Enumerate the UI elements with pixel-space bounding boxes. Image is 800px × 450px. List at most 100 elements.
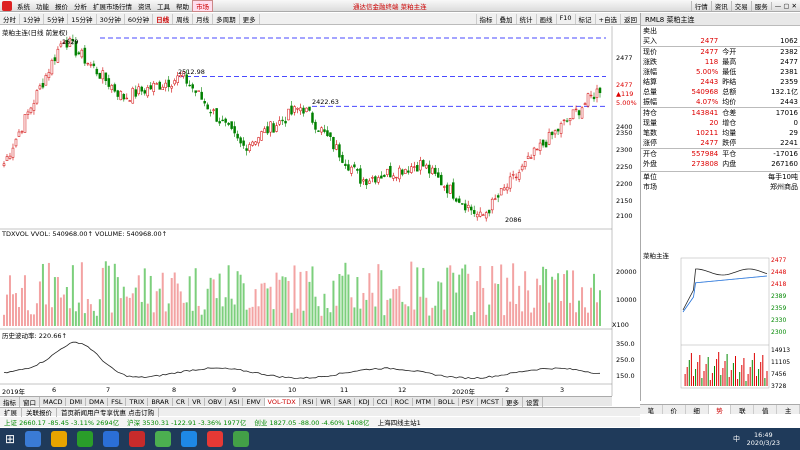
indicator-tab[interactable]: OBV: [205, 397, 226, 406]
indicator-tab[interactable]: BOLL: [435, 397, 459, 406]
menu-function[interactable]: 功能: [33, 1, 52, 11]
indicator-tab[interactable]: MTM: [413, 397, 435, 406]
indicator-tab[interactable]: KDJ: [355, 397, 374, 406]
indicator-tab[interactable]: ROC: [392, 397, 413, 406]
tool-back[interactable]: 返回: [620, 13, 640, 24]
tool-stats[interactable]: 统计: [515, 13, 536, 24]
candle: [44, 75, 48, 86]
period-tab[interactable]: 1分钟: [20, 13, 45, 24]
tool-indicator[interactable]: 指标: [475, 13, 496, 24]
indicator-tab[interactable]: CR: [173, 397, 190, 406]
volume-bar: [242, 283, 245, 326]
word-icon[interactable]: [103, 431, 119, 447]
indicator-tab[interactable]: VR: [189, 397, 206, 406]
app-icon[interactable]: [207, 431, 223, 447]
period-tab[interactable]: 30分钟: [97, 13, 125, 24]
indicator-tab[interactable]: DMI: [66, 397, 87, 406]
nav-quote[interactable]: 行情: [690, 1, 711, 11]
ime-indicator[interactable]: 中: [733, 434, 740, 444]
tool-draw[interactable]: 画线: [535, 13, 556, 24]
clock[interactable]: 16:49 2020/3/23: [747, 431, 780, 447]
indicator-tab[interactable]: FSL: [108, 397, 127, 406]
candle: [23, 114, 27, 133]
tab-detail[interactable]: 细: [686, 405, 709, 415]
wechat-icon[interactable]: [233, 431, 249, 447]
candle: [532, 147, 536, 156]
tab-link[interactable]: 联: [731, 405, 755, 415]
candle: [449, 184, 452, 194]
indicator-tab[interactable]: CCI: [374, 397, 392, 406]
tool-mark[interactable]: 标记: [574, 13, 595, 24]
tab-trend[interactable]: 势: [708, 405, 732, 415]
period-tab-daily[interactable]: 日线: [153, 13, 174, 24]
indicator-tab[interactable]: SAR: [335, 397, 356, 406]
indicator-tab[interactable]: MCST: [478, 397, 503, 406]
indicator-tab[interactable]: 指标: [0, 396, 20, 407]
app-icon[interactable]: [77, 431, 93, 447]
menu-help[interactable]: 帮助: [173, 1, 192, 11]
tab-main[interactable]: 主: [777, 405, 800, 415]
indicator-tab[interactable]: PSY: [459, 397, 478, 406]
kline-svg[interactable]: [0, 26, 640, 396]
status-extend[interactable]: 扩展: [0, 407, 22, 417]
indicator-tab[interactable]: 窗口: [20, 396, 40, 407]
tab-ticks[interactable]: 笔: [640, 405, 663, 415]
volume-bar: [143, 268, 146, 326]
volume-bar: [560, 301, 563, 326]
menu-tools[interactable]: 工具: [154, 1, 173, 11]
quote-value: 2477: [780, 58, 798, 66]
period-tab[interactable]: 15分钟: [68, 13, 97, 24]
volume-bar: [185, 302, 188, 326]
menu-market[interactable]: 市场: [192, 0, 213, 12]
candle: [422, 160, 425, 167]
indicator-tab[interactable]: DMA: [86, 397, 109, 406]
period-tab[interactable]: 60分钟: [125, 13, 154, 24]
start-icon[interactable]: ⊞: [0, 428, 20, 450]
tool-f10[interactable]: F10: [555, 13, 575, 24]
period-tab[interactable]: 多周期: [213, 13, 240, 24]
tab-price[interactable]: 价: [663, 405, 686, 415]
tdx-icon[interactable]: [129, 431, 145, 447]
chat-icon[interactable]: [155, 431, 171, 447]
period-tab[interactable]: 月线: [193, 13, 214, 24]
indicator-tab[interactable]: ASI: [226, 397, 244, 406]
menu-quote[interactable]: 报价: [52, 1, 71, 11]
period-tab[interactable]: 周线: [173, 13, 194, 24]
nav-news[interactable]: 资讯: [710, 1, 731, 11]
kline-chart-area[interactable]: 菜粕主连(日线 前复权) TDXVOL VVOL: 540968.00↑ VOL…: [0, 26, 637, 396]
tool-overlay[interactable]: 叠加: [495, 13, 516, 24]
nav-trade[interactable]: 交易: [730, 1, 751, 11]
indicator-tab[interactable]: VOL-TDX: [264, 397, 300, 406]
period-tab[interactable]: 5分钟: [44, 13, 69, 24]
indicator-tab[interactable]: EMV: [243, 397, 265, 406]
tab-value[interactable]: 值: [754, 405, 778, 415]
indicator-tab[interactable]: WR: [317, 397, 336, 406]
quote-label: 涨幅: [643, 68, 657, 76]
period-tab[interactable]: 分时: [0, 13, 20, 24]
indicator-tab[interactable]: BRAR: [148, 397, 173, 406]
quote-value: 143841: [691, 109, 719, 117]
menu-news[interactable]: 资讯: [135, 1, 154, 11]
menu-system[interactable]: 系统: [14, 1, 33, 11]
menu-analysis[interactable]: 分析: [71, 1, 90, 11]
indicator-tab[interactable]: 更多: [503, 396, 523, 407]
period-tab-more[interactable]: 更多: [240, 13, 260, 24]
indicator-tab[interactable]: RSI: [300, 397, 318, 406]
indicator-tab[interactable]: MACD: [40, 397, 67, 406]
quote-label: 今开: [722, 48, 737, 56]
current-change-marker: ▲119: [616, 90, 634, 98]
app-icon[interactable]: [181, 431, 197, 447]
candle: [311, 112, 314, 123]
indicator-tab[interactable]: TRIX: [126, 397, 149, 406]
intraday-mini-chart[interactable]: 菜粕主连 2477 2448 2418 2389 2359 2330 2300 14913 11…: [641, 250, 800, 390]
browser-icon[interactable]: [25, 431, 41, 447]
menu-ext-market[interactable]: 扩展市场行情: [90, 1, 135, 11]
nav-service[interactable]: 服务: [750, 1, 771, 11]
tool-add-favorite[interactable]: +自选: [594, 13, 620, 24]
volatility-tick: 150.0: [616, 372, 635, 380]
folder-icon[interactable]: [51, 431, 67, 447]
window-controls[interactable]: — ▢ ✕: [770, 2, 800, 10]
status-promo[interactable]: 首页新闻用户专享优惠 点击订购: [57, 407, 160, 417]
status-related[interactable]: 关联报价: [22, 407, 57, 417]
indicator-tab[interactable]: 设置: [523, 396, 543, 407]
